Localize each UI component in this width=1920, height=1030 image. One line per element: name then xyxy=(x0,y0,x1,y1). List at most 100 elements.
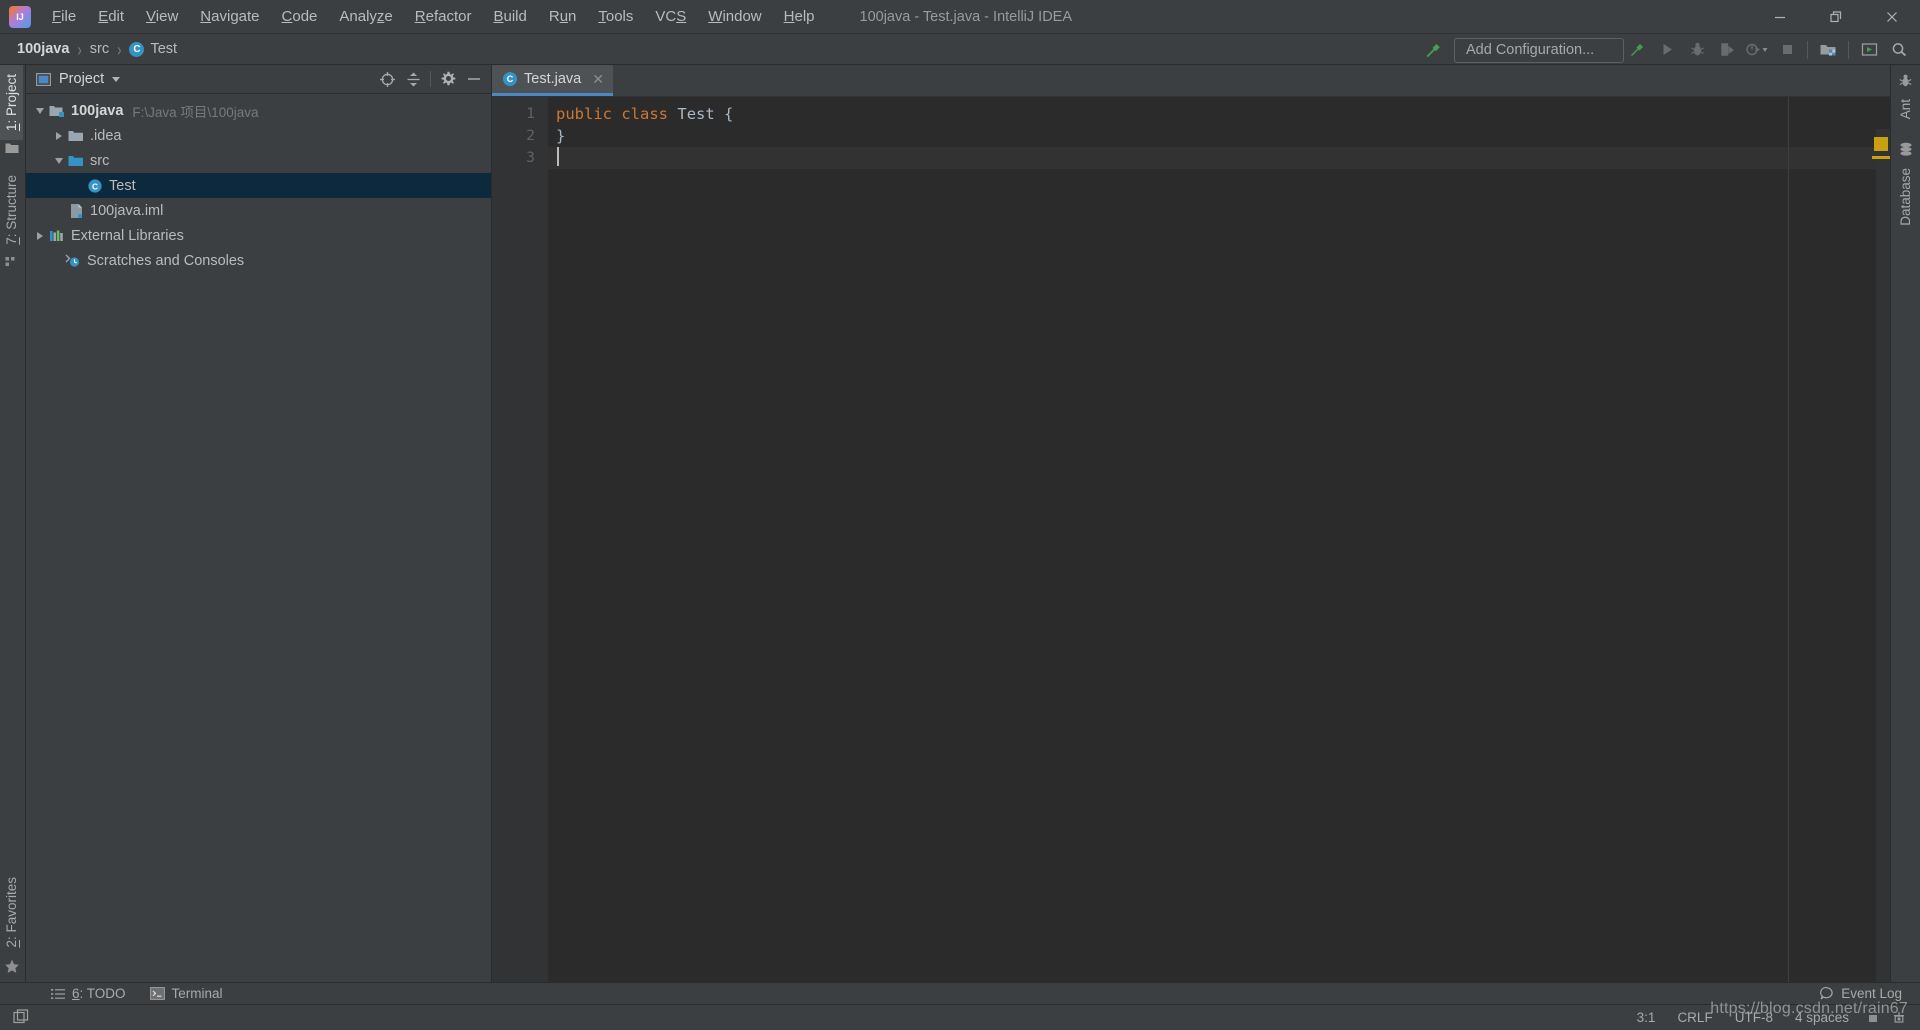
left-strip-top-group: 1: Project 7: Structure xyxy=(0,65,23,270)
build-shortcut-button[interactable] xyxy=(1419,37,1447,63)
menu-bar: File Edit View Navigate Code Analyze Ref… xyxy=(41,4,826,30)
menu-item-code[interactable]: Code xyxy=(271,4,329,30)
menu-item-file[interactable]: File xyxy=(41,4,87,30)
error-stripe-gutter[interactable] xyxy=(1872,129,1890,982)
stop-button[interactable] xyxy=(1773,37,1801,63)
sidebar-item-database[interactable]: Database xyxy=(1894,159,1917,235)
read-only-toggle[interactable] xyxy=(1860,1008,1886,1028)
window-title: 100java - Test.java - IntelliJ IDEA xyxy=(859,8,1073,25)
sidebar-item-project[interactable]: 1: Project xyxy=(0,65,23,141)
inspection-level-widget[interactable] xyxy=(1886,1008,1912,1028)
search-everywhere-button[interactable] xyxy=(1885,37,1913,63)
menu-item-help[interactable]: Help xyxy=(773,4,826,30)
module-icon xyxy=(48,103,66,119)
toolbar-separator xyxy=(1848,40,1849,59)
line-separator[interactable]: CRLF xyxy=(1666,1008,1723,1027)
menu-item-vcs[interactable]: VCS xyxy=(644,4,697,30)
ant-bug-icon xyxy=(1899,74,1912,87)
libraries-icon xyxy=(48,228,66,244)
menu-item-edit[interactable]: Edit xyxy=(87,4,135,30)
database-icon xyxy=(1899,143,1912,156)
indent-setting[interactable]: 4 spaces xyxy=(1784,1008,1860,1027)
run-with-coverage-button[interactable] xyxy=(1713,37,1741,63)
hide-panel-button[interactable] xyxy=(461,67,487,91)
breadcrumb-item-test-label: Test xyxy=(150,41,178,57)
project-structure-button[interactable] xyxy=(1814,37,1842,63)
tree-item-test[interactable]: C Test xyxy=(26,173,491,198)
menu-item-tools[interactable]: Tools xyxy=(587,4,644,30)
minimize-button[interactable] xyxy=(1752,0,1808,34)
menu-item-run[interactable]: Run xyxy=(538,4,588,30)
project-tool-window: Project 100java F:\Java 项目\100java .idea… xyxy=(26,65,492,982)
close-icon[interactable]: ✕ xyxy=(592,72,604,86)
editor-tab-test-java[interactable]: C Test.java ✕ xyxy=(492,65,613,96)
debug-button[interactable] xyxy=(1683,37,1711,63)
collapse-all-button[interactable] xyxy=(400,67,426,91)
tree-item-scratches[interactable]: Scratches and Consoles xyxy=(26,248,491,273)
tree-item-idea[interactable]: .idea xyxy=(26,123,491,148)
title-bar: File Edit View Navigate Code Analyze Ref… xyxy=(0,0,1920,34)
twisty-leaf xyxy=(51,203,67,219)
restore-button[interactable] xyxy=(1808,0,1864,34)
bottom-tab-todo[interactable]: 6: TODO xyxy=(42,984,135,1003)
run-with-coverage-icon xyxy=(1720,43,1734,56)
project-panel-actions xyxy=(374,67,491,91)
breadcrumb-item-project[interactable]: 100java xyxy=(14,40,72,58)
run-configuration-selector[interactable]: Add Configuration... xyxy=(1454,37,1624,63)
breadcrumb-separator: › xyxy=(77,38,82,60)
settings-gear-icon xyxy=(441,71,456,86)
bottom-tab-terminal[interactable]: Terminal xyxy=(141,984,232,1003)
inspection-hector-icon xyxy=(1894,1012,1904,1023)
main-toolbar xyxy=(1622,34,1920,65)
sidebar-item-favorites[interactable]: 2: Favorites xyxy=(0,868,23,957)
file-encoding[interactable]: UTF-8 xyxy=(1724,1008,1784,1027)
menu-item-analyze[interactable]: Analyze xyxy=(328,4,403,30)
twisty-expanded-icon[interactable] xyxy=(51,153,67,169)
line-number: 3 xyxy=(526,150,535,166)
close-button[interactable] xyxy=(1864,0,1920,34)
search-everywhere-icon xyxy=(1892,43,1906,57)
tree-item-src[interactable]: src xyxy=(26,148,491,173)
menu-item-view[interactable]: View xyxy=(135,4,189,30)
menu-item-refactor[interactable]: Refactor xyxy=(404,4,483,30)
tree-item-iml[interactable]: 100java.iml xyxy=(26,198,491,223)
sidebar-item-structure[interactable]: 7: Structure xyxy=(0,166,23,254)
keyword-class: class xyxy=(621,105,669,123)
tree-item-external-libraries[interactable]: External Libraries xyxy=(26,223,491,248)
sidebar-item-ant[interactable]: Ant xyxy=(1894,90,1917,128)
event-log-button[interactable]: Event Log xyxy=(1812,984,1910,1003)
bottom-strip-right: Event Log xyxy=(1812,984,1920,1003)
inspection-warning-stripe[interactable] xyxy=(1872,156,1890,159)
code-editor[interactable]: 1 2 3 public class Test { } xyxy=(492,97,1890,982)
run-button[interactable] xyxy=(1653,37,1681,63)
toggle-toolwindows-button[interactable] xyxy=(8,1008,34,1028)
breadcrumb-item-test[interactable]: C Test xyxy=(126,40,180,58)
select-opened-file-button[interactable] xyxy=(374,67,400,91)
tree-item-label: 100java.iml xyxy=(90,202,164,219)
status-bar-right: 3:1 CRLF UTF-8 4 spaces xyxy=(1626,1008,1920,1028)
stop-icon xyxy=(1782,45,1792,54)
project-settings-button[interactable] xyxy=(435,67,461,91)
chevron-down-icon[interactable] xyxy=(112,76,121,82)
twisty-collapsed-icon[interactable] xyxy=(32,228,48,244)
profile-button[interactable] xyxy=(1743,37,1771,63)
tree-item-100java[interactable]: 100java F:\Java 项目\100java xyxy=(26,98,491,123)
star-icon xyxy=(4,959,19,973)
profile-icon xyxy=(1746,43,1768,56)
build-hammer-icon xyxy=(1426,44,1440,58)
collapse-all-icon xyxy=(407,72,419,86)
caret-position[interactable]: 3:1 xyxy=(1626,1008,1667,1027)
source-folder-icon xyxy=(67,153,85,169)
breadcrumb-item-src[interactable]: src xyxy=(87,40,112,58)
menu-item-window[interactable]: Window xyxy=(697,4,772,30)
sidebar-project-label: 1: Project xyxy=(4,74,19,132)
twisty-expanded-icon[interactable] xyxy=(32,103,48,119)
updates-button[interactable] xyxy=(1855,37,1883,63)
twisty-collapsed-icon[interactable] xyxy=(51,128,67,144)
inspection-warning-marker[interactable] xyxy=(1874,137,1888,151)
menu-item-build[interactable]: Build xyxy=(482,4,537,30)
twisty-leaf xyxy=(70,178,86,194)
menu-item-navigate[interactable]: Navigate xyxy=(189,4,270,30)
tree-item-label: src xyxy=(90,152,110,169)
code-text-area[interactable]: public class Test { } xyxy=(548,97,1890,982)
